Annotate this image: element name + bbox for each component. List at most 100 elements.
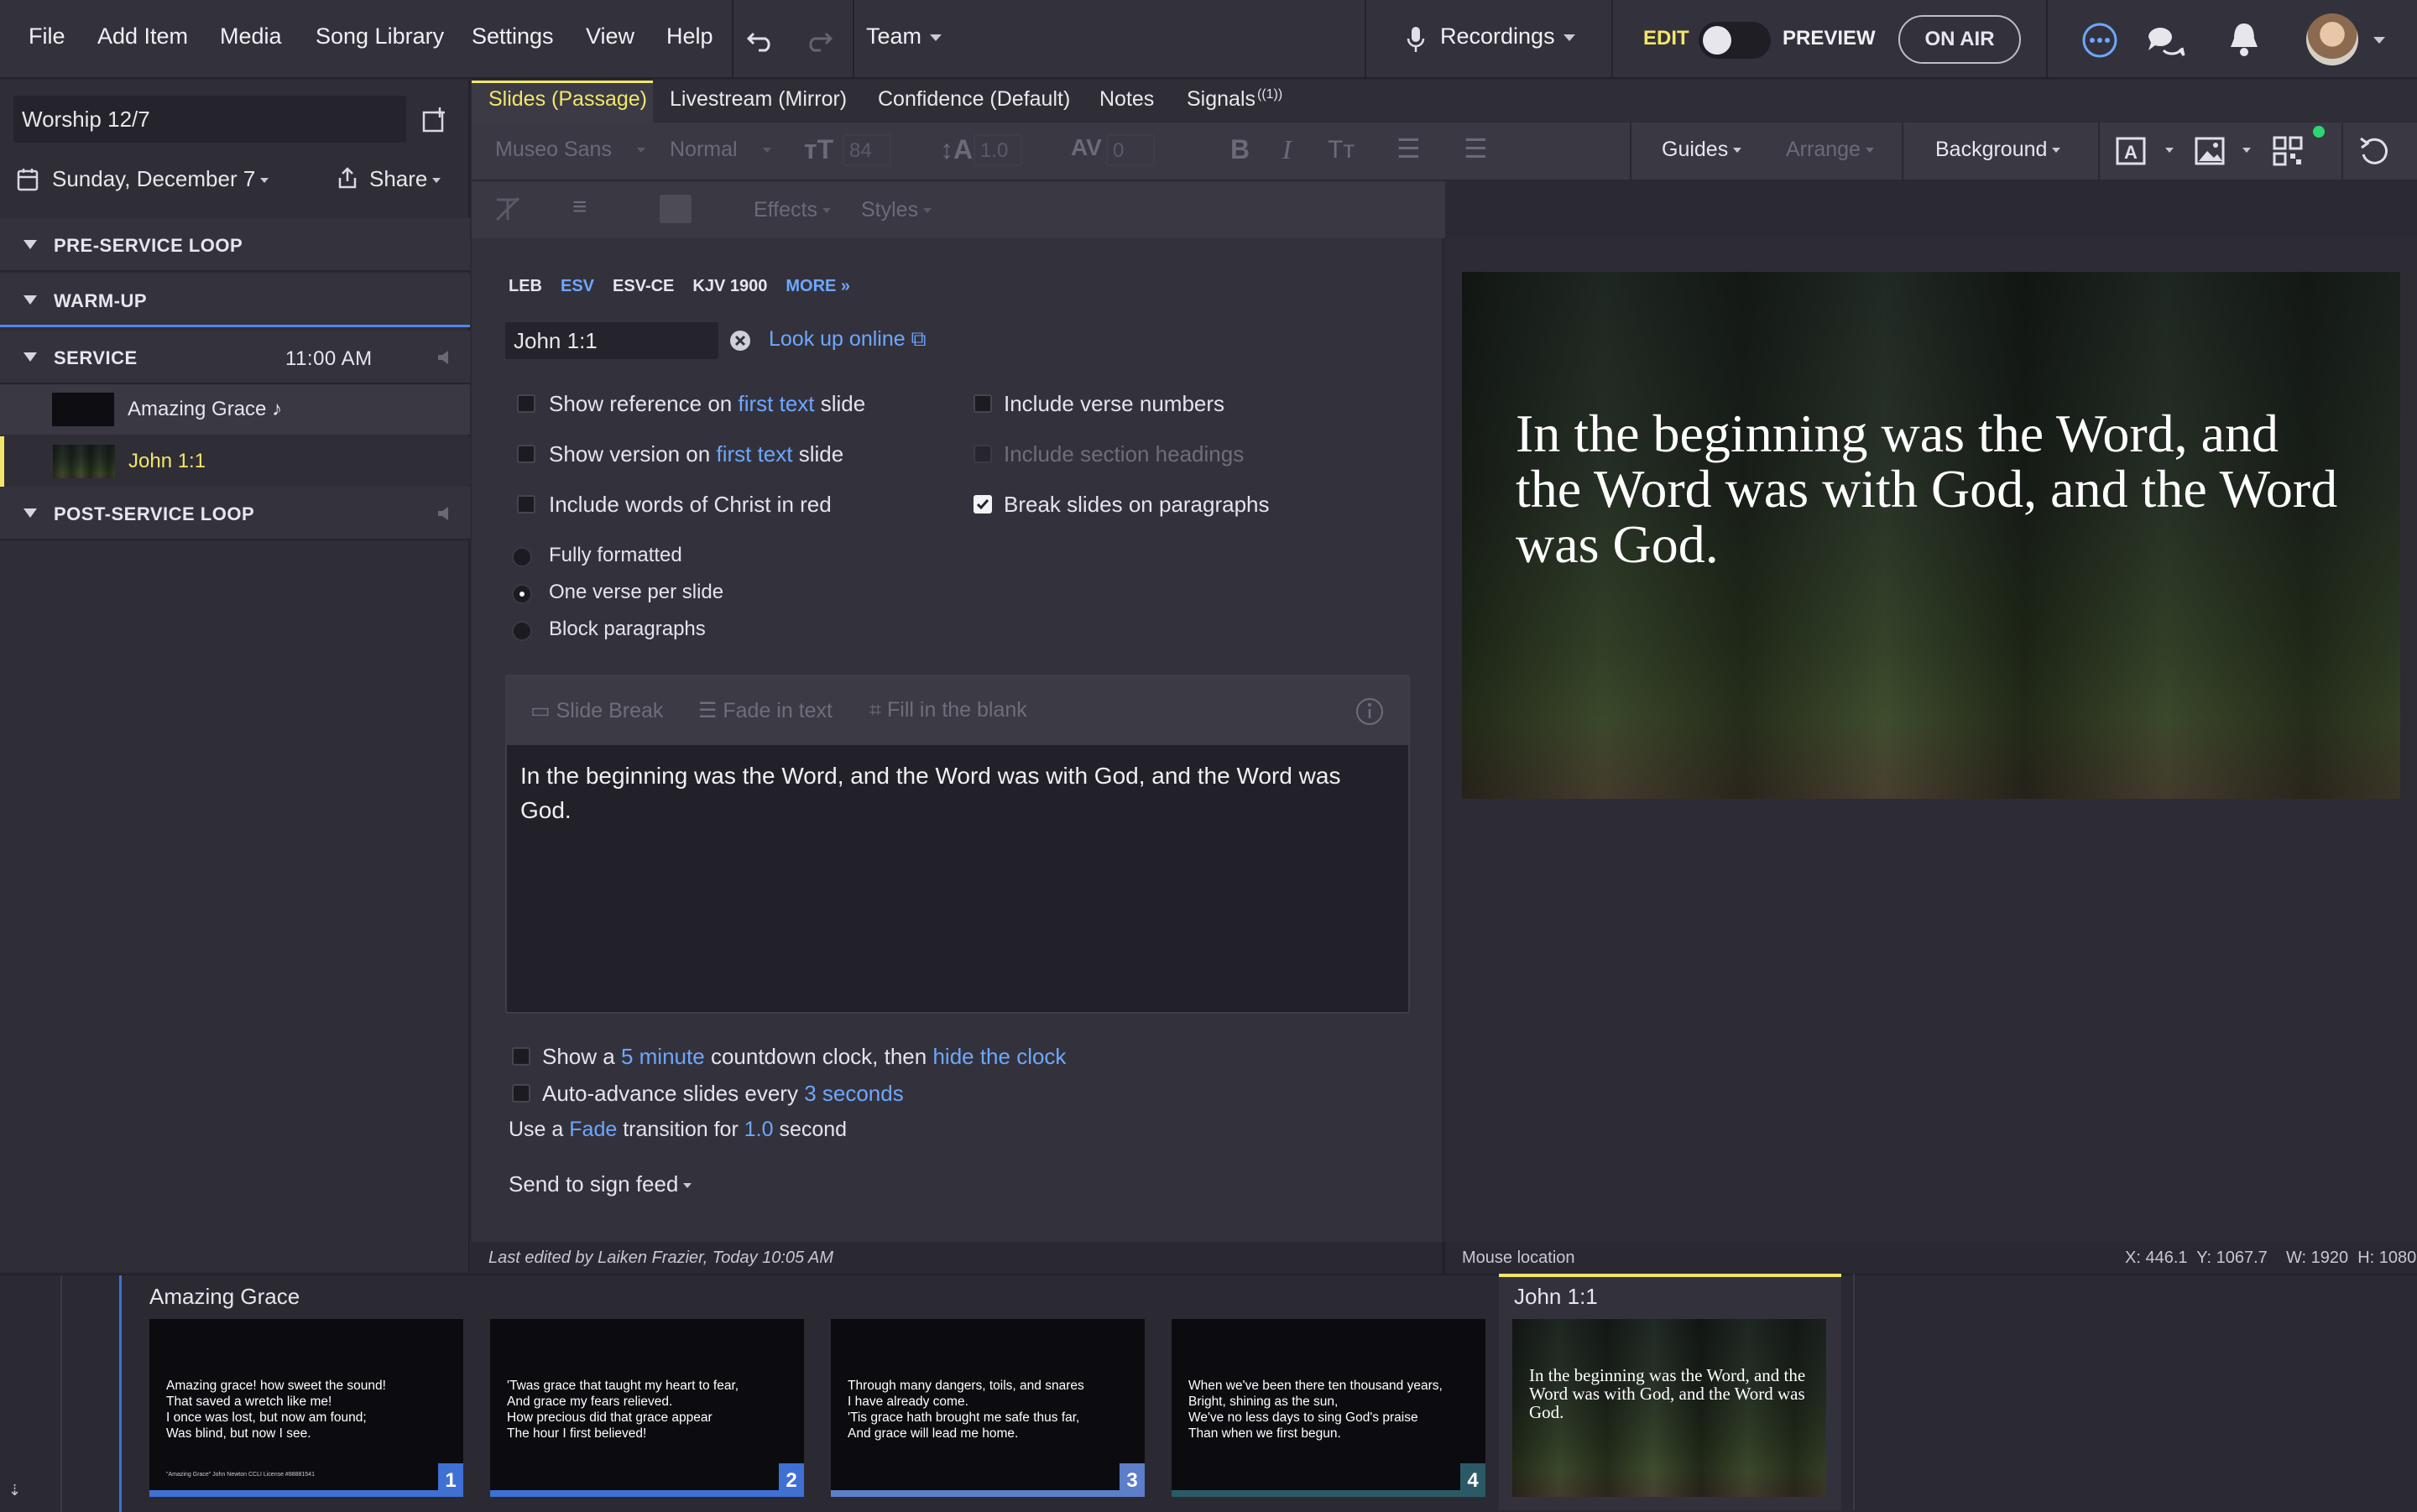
new-window-icon[interactable] — [421, 106, 452, 134]
user-avatar[interactable] — [2306, 13, 2358, 65]
collapse-triangle-icon[interactable] — [23, 295, 37, 305]
plan-name-field[interactable]: Worship 12/7 — [13, 96, 406, 143]
countdown-duration-link[interactable]: 5 minute — [621, 1044, 705, 1069]
more-versions-link[interactable]: MORE » — [786, 277, 850, 296]
section-headings-checkbox[interactable] — [974, 445, 992, 463]
show-version-checkbox[interactable] — [517, 445, 535, 463]
indent-icon[interactable]: ☰ — [1464, 133, 1488, 164]
tab-signals[interactable]: Signals — [1187, 87, 1255, 112]
sign-feed-dropdown[interactable]: Send to sign feed — [509, 1171, 692, 1197]
guides-dropdown[interactable]: Guides — [1662, 138, 1742, 162]
slide-thumbnail[interactable]: When we've been there ten thousand years… — [1172, 1319, 1485, 1497]
expand-strip-icon[interactable]: ⇣ — [8, 1482, 21, 1499]
image-icon[interactable] — [2194, 136, 2226, 166]
first-text-link[interactable]: first text — [716, 441, 792, 467]
slide-break-button[interactable]: ▭ Slide Break — [530, 698, 663, 723]
tab-slides-passage[interactable]: Slides (Passage) — [488, 87, 647, 112]
clear-reference-icon[interactable] — [728, 329, 752, 352]
slide-preview-canvas[interactable]: In the beginning was the Word, and the W… — [1462, 272, 2400, 799]
speaker-icon[interactable] — [436, 505, 452, 522]
clear-format-icon[interactable] — [493, 195, 522, 223]
version-esv-ce[interactable]: ESV-CE — [613, 277, 674, 296]
verse-numbers-checkbox[interactable] — [974, 394, 992, 413]
text-case-icon[interactable]: Tт — [1328, 136, 1355, 164]
menu-media[interactable]: Media — [220, 23, 282, 50]
qr-code-icon[interactable] — [2273, 136, 2303, 166]
service-item-selected[interactable]: John 1:1 — [0, 436, 470, 487]
list-icon[interactable]: ☰ — [1396, 133, 1421, 164]
color-swatch[interactable] — [660, 195, 692, 223]
slide-thumbnail[interactable]: 'Twas grace that taught my heart to fear… — [490, 1319, 804, 1497]
menu-settings[interactable]: Settings — [472, 23, 554, 50]
menu-help[interactable]: Help — [666, 23, 713, 50]
tab-confidence[interactable]: Confidence (Default) — [878, 87, 1070, 112]
service-item[interactable]: Amazing Grace ♪ — [0, 384, 470, 435]
notification-bell-icon[interactable] — [2227, 20, 2261, 59]
styles-dropdown[interactable]: Styles — [861, 198, 932, 222]
menu-view[interactable]: View — [586, 23, 634, 50]
bold-icon[interactable]: B — [1230, 134, 1250, 165]
collapse-triangle-icon[interactable] — [23, 352, 37, 362]
version-kjv-1900[interactable]: KJV 1900 — [692, 277, 767, 296]
info-icon[interactable] — [1355, 696, 1385, 727]
plan-date-dropdown[interactable]: Sunday, December 7 — [52, 166, 269, 192]
auto-advance-interval-link[interactable]: 3 seconds — [804, 1081, 904, 1106]
undo-icon[interactable] — [745, 25, 777, 54]
show-reference-checkbox[interactable] — [517, 394, 535, 413]
hide-clock-link[interactable]: hide the clock — [932, 1044, 1066, 1069]
tab-notes[interactable]: Notes — [1099, 87, 1154, 112]
collapse-triangle-icon[interactable] — [23, 508, 37, 518]
slide-thumbnail-selected[interactable]: In the beginning was the Word, and the W… — [1512, 1319, 1826, 1497]
section-warm-up[interactable]: WARM-UP — [0, 274, 470, 327]
break-paragraphs-checkbox[interactable] — [974, 495, 992, 514]
recordings-dropdown[interactable]: Recordings — [1440, 23, 1575, 50]
share-dropdown[interactable]: Share — [369, 166, 441, 192]
section-pre-service-loop[interactable]: PRE-SERVICE LOOP — [0, 218, 470, 272]
version-leb[interactable]: LEB — [509, 277, 542, 296]
passage-text-editor[interactable]: ▭ Slide Break ☰ Fade in text ⌗ Fill in t… — [505, 675, 1410, 1014]
tab-livestream[interactable]: Livestream (Mirror) — [670, 87, 847, 112]
words-of-christ-checkbox[interactable] — [517, 495, 535, 514]
preview-slide-text[interactable]: In the beginning was the Word, and the W… — [1516, 406, 2355, 572]
slide-thumbnail[interactable]: Amazing grace! how sweet the sound! That… — [149, 1319, 463, 1497]
reference-input[interactable]: John 1:1 — [505, 322, 718, 359]
slide-thumbnail[interactable]: Through many dangers, toils, and snares … — [831, 1319, 1145, 1497]
font-size-input[interactable]: 84 — [843, 134, 891, 166]
collapse-triangle-icon[interactable] — [23, 240, 37, 249]
version-esv[interactable]: ESV — [561, 277, 594, 296]
font-weight-select[interactable]: Normal — [670, 138, 771, 162]
edit-preview-toggle[interactable] — [1699, 22, 1771, 59]
text-box-icon[interactable]: A — [2115, 136, 2148, 166]
radio-block-paragraphs[interactable] — [512, 621, 532, 641]
radio-fully-formatted[interactable] — [512, 547, 532, 567]
background-dropdown[interactable]: Background — [1935, 138, 2061, 162]
radio-one-verse-per-slide[interactable] — [512, 584, 532, 604]
passage-text[interactable]: In the beginning was the Word, and the W… — [520, 759, 1393, 827]
team-dropdown[interactable]: Team — [866, 23, 942, 50]
fill-in-blank-button[interactable]: ⌗ Fill in the blank — [869, 698, 1027, 722]
italic-icon[interactable]: I — [1282, 134, 1292, 165]
fade-in-text-button[interactable]: ☰ Fade in text — [698, 698, 833, 723]
look-up-online-link[interactable]: Look up online ⧉ — [769, 327, 926, 352]
line-height-input[interactable]: 1.0 — [974, 134, 1022, 166]
section-post-service-loop[interactable]: POST-SERVICE LOOP — [0, 487, 470, 540]
font-family-select[interactable]: Museo Sans — [495, 138, 645, 162]
arrange-dropdown[interactable]: Arrange — [1786, 138, 1874, 162]
chat-icon[interactable] — [2145, 22, 2185, 59]
first-text-link[interactable]: first text — [738, 391, 814, 416]
align-icon[interactable]: ≡ — [572, 193, 587, 222]
section-service[interactable]: SERVICE 11:00 AM — [0, 331, 470, 384]
reset-icon[interactable] — [2358, 136, 2390, 168]
menu-song-library[interactable]: Song Library — [316, 23, 444, 50]
speaker-icon[interactable] — [436, 349, 452, 366]
tracking-input[interactable]: 0 — [1106, 134, 1155, 166]
menu-add-item[interactable]: Add Item — [97, 23, 188, 50]
auto-advance-checkbox[interactable] — [512, 1084, 530, 1103]
countdown-checkbox[interactable] — [512, 1047, 530, 1066]
on-air-button[interactable]: ON AIR — [1898, 15, 2021, 64]
more-options-icon[interactable] — [2081, 22, 2118, 59]
transition-duration-link[interactable]: 1.0 — [744, 1118, 774, 1141]
redo-icon[interactable] — [802, 25, 834, 54]
effects-dropdown[interactable]: Effects — [754, 198, 831, 222]
transition-type-link[interactable]: Fade — [569, 1118, 617, 1141]
